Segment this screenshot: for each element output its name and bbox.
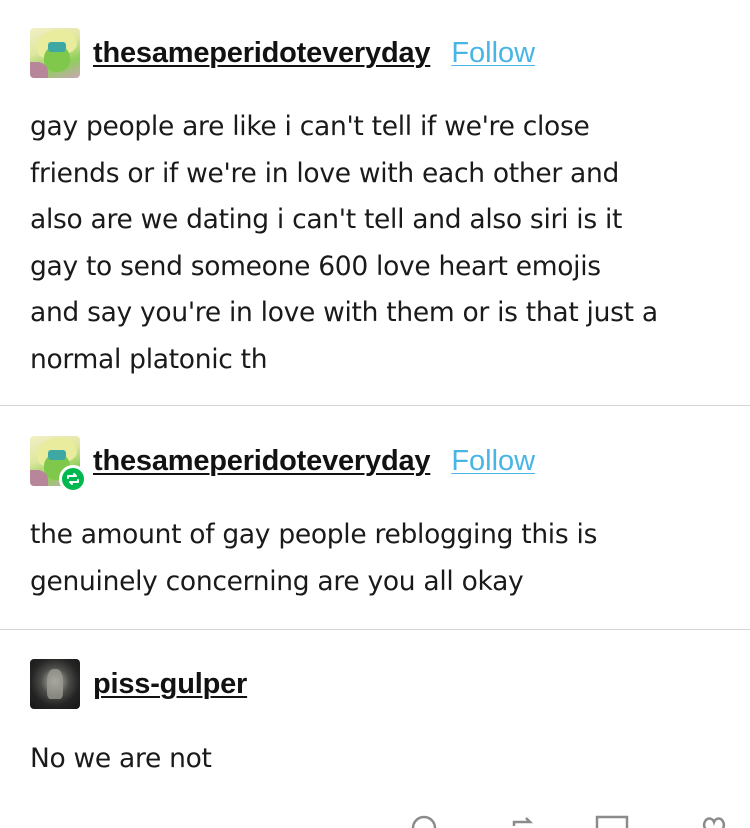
divider — [0, 629, 750, 630]
username-link[interactable]: thesameperidoteveryday — [93, 445, 431, 478]
post-footer-actions — [400, 808, 730, 828]
post-header: piss-gulper — [30, 659, 247, 709]
post-body: gay people are like i can't tell if we'r… — [30, 111, 658, 375]
reblog-icon — [59, 465, 87, 493]
divider — [0, 405, 750, 406]
follow-button[interactable]: Follow — [451, 445, 535, 478]
dark-figure-avatar-image — [30, 659, 80, 709]
follow-button[interactable]: Follow — [451, 37, 535, 70]
share-icon[interactable] — [595, 814, 629, 828]
post-header: thesameperidoteveryday Follow — [30, 436, 535, 493]
username-link[interactable]: piss-gulper — [93, 668, 247, 701]
avatar[interactable] — [30, 436, 87, 493]
post-header: thesameperidoteveryday Follow — [30, 28, 535, 78]
comment-icon[interactable] — [410, 814, 438, 828]
post-body: the amount of gay people reblogging this… — [30, 519, 598, 597]
avatar[interactable] — [30, 28, 80, 78]
heart-icon[interactable] — [700, 814, 728, 828]
reblog-icon[interactable] — [510, 814, 538, 828]
peridot-avatar-image — [30, 28, 80, 78]
username-link[interactable]: thesameperidoteveryday — [93, 37, 431, 70]
post-body: No we are not — [30, 743, 212, 774]
avatar[interactable] — [30, 659, 80, 709]
